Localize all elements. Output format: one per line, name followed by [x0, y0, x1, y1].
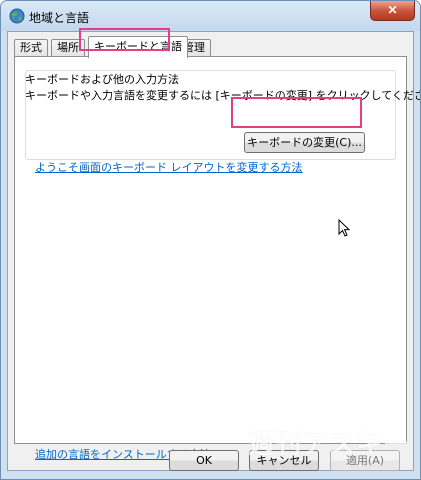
title-bar[interactable]: 地域と言語 ✕	[1, 1, 420, 31]
button-highlight-annotation	[231, 97, 362, 128]
tab-format-label: 形式	[20, 41, 42, 54]
welcome-screen-keyboard-link[interactable]: ようこそ画面のキーボード レイアウトを変更する方法	[35, 159, 303, 175]
tab-format[interactable]: 形式	[14, 39, 48, 57]
tab-highlight-annotation	[79, 28, 170, 51]
close-button[interactable]: ✕	[370, 1, 415, 21]
watermark: 週刊アスキー	[248, 430, 411, 460]
mouse-cursor-icon	[338, 219, 350, 237]
close-icon: ✕	[387, 3, 398, 17]
dialog-window: 地域と言語 ✕ 形式 場所 キーボードと言語 管理 キーボードおよび他の入力方法…	[0, 0, 421, 480]
ok-button[interactable]: OK	[169, 450, 239, 471]
window-title: 地域と言語	[29, 11, 90, 25]
globe-icon	[9, 8, 25, 24]
keyboard-group-title: キーボードおよび他の入力方法	[25, 73, 179, 86]
tab-location-label: 場所	[57, 41, 79, 54]
change-keyboards-button[interactable]: キーボードの変更(C)...	[244, 132, 365, 153]
